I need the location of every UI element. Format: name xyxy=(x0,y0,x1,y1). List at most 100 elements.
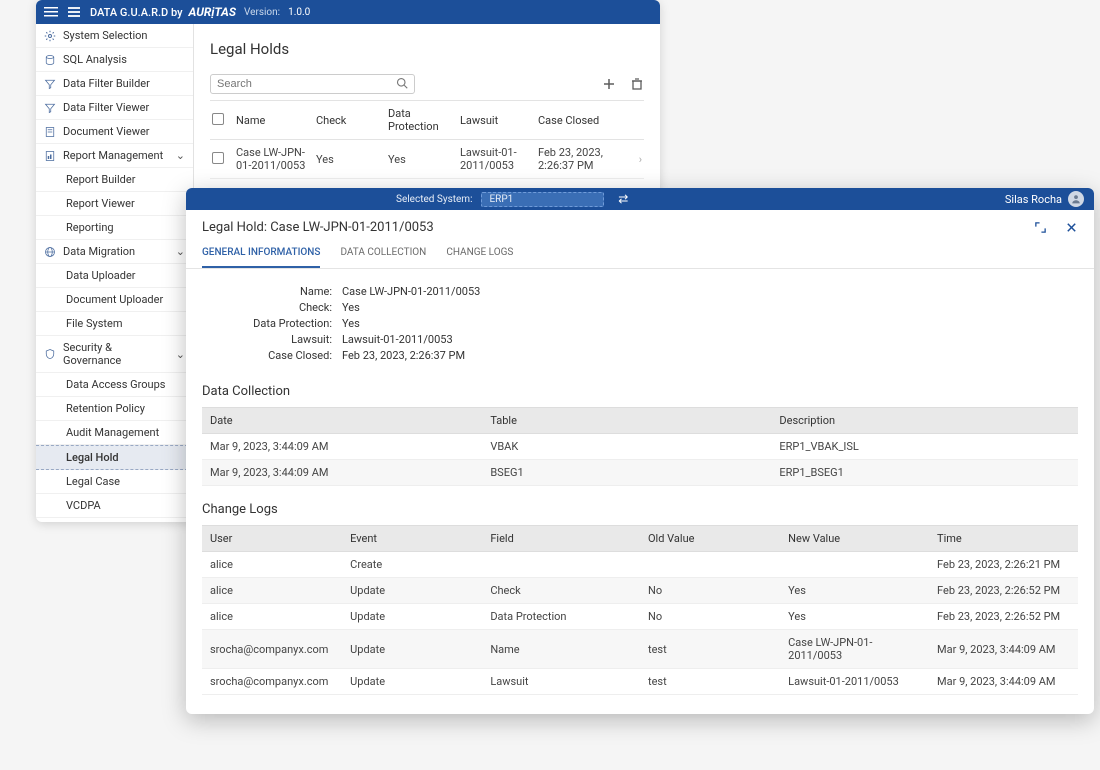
sidebar-item-data-migration[interactable]: Data Migration ⌄ xyxy=(36,240,193,264)
table-row[interactable]: aliceCreateFeb 23, 2023, 2:26:21 PM xyxy=(202,552,1078,578)
sidebar-item-reporting[interactable]: Reporting xyxy=(36,216,193,240)
col-header[interactable]: Time xyxy=(929,525,1078,552)
info-value: Yes xyxy=(342,301,1078,314)
sidebar-item-sql-analysis[interactable]: SQL Analysis xyxy=(36,48,193,72)
sidebar-item-settings[interactable]: Settings⌄ xyxy=(36,518,193,522)
col-name[interactable]: Name xyxy=(236,114,316,127)
sidebar-item-label: Data Migration xyxy=(63,245,135,258)
sidebar-item-document-uploader[interactable]: Document Uploader xyxy=(36,288,193,312)
sidebar-item-document-viewer[interactable]: Document Viewer xyxy=(36,120,193,144)
cell-check: Yes xyxy=(316,153,388,166)
info-value: Feb 23, 2023, 2:26:37 PM xyxy=(342,349,1078,362)
table-row[interactable]: aliceUpdateData ProtectionNoYesFeb 23, 2… xyxy=(202,604,1078,630)
info-label: Name: xyxy=(202,285,342,298)
filter-build-icon xyxy=(44,78,56,90)
sidebar-item-label: File System xyxy=(66,317,122,330)
table-row[interactable]: Mar 9, 2023, 3:44:09 AMVBAKERP1_VBAK_ISL xyxy=(202,434,1078,460)
table-cell: Update xyxy=(342,630,482,669)
tab-general[interactable]: GENERAL INFORMATIONS xyxy=(202,239,320,268)
sidebar-item-data-filter-builder[interactable]: Data Filter Builder xyxy=(36,72,193,96)
sidebar-item-data-filter-viewer[interactable]: Data Filter Viewer xyxy=(36,96,193,120)
table-row[interactable]: srocha@companyx.comUpdateNametestCase LW… xyxy=(202,630,1078,669)
col-header[interactable]: Table xyxy=(482,407,771,434)
menu-icon[interactable] xyxy=(44,5,58,19)
table-cell: alice xyxy=(202,552,342,578)
table-cell: ERP1_BSEG1 xyxy=(771,460,1078,486)
sidebar-item-legal-hold[interactable]: Legal Hold xyxy=(36,445,193,470)
sidebar-item-report-management[interactable]: Report Management⌄ xyxy=(36,144,193,168)
table-cell: Feb 23, 2023, 2:26:52 PM xyxy=(929,578,1078,604)
general-info-grid: Name:Case LW-JPN-01-2011/0053Check:YesDa… xyxy=(186,269,1094,380)
sidebar-item-retention-policy[interactable]: Retention Policy xyxy=(36,397,193,421)
close-icon[interactable] xyxy=(1065,221,1078,234)
col-header[interactable]: Description xyxy=(771,407,1078,434)
col-header[interactable]: New Value xyxy=(780,525,929,552)
col-lawsuit[interactable]: Lawsuit xyxy=(460,114,538,127)
sidebar-item-security-governance[interactable]: Security & Governance⌄ xyxy=(36,336,193,373)
search-input[interactable] xyxy=(217,78,396,90)
legal-holds-table: Name Check Data Protection Lawsuit Case … xyxy=(210,100,644,179)
table-row[interactable]: Case LW-JPN-01-2011/0053 Yes Yes Lawsuit… xyxy=(210,140,644,179)
tab-change-logs[interactable]: CHANGE LOGS xyxy=(446,239,513,268)
row-checkbox[interactable] xyxy=(212,152,224,164)
sidebar-item-report-builder[interactable]: Report Builder xyxy=(36,168,193,192)
user-avatar-icon[interactable] xyxy=(1068,191,1084,207)
table-row[interactable]: aliceUpdateCheckNoYesFeb 23, 2023, 2:26:… xyxy=(202,578,1078,604)
chevron-down-icon: ⌄ xyxy=(176,348,185,361)
chevron-down-icon: ⌄ xyxy=(176,245,185,258)
add-icon[interactable] xyxy=(602,77,616,91)
table-cell xyxy=(780,552,929,578)
delete-icon[interactable] xyxy=(630,77,644,91)
sidebar-item-data-access-groups[interactable]: Data Access Groups xyxy=(36,373,193,397)
sidebar-item-label: SQL Analysis xyxy=(63,53,127,66)
maximize-icon[interactable] xyxy=(1034,221,1047,234)
sidebar-item-report-viewer[interactable]: Report Viewer xyxy=(36,192,193,216)
system-select[interactable]: ERP1 xyxy=(481,192,605,207)
col-check[interactable]: Check xyxy=(316,114,388,127)
table-cell xyxy=(640,552,780,578)
sidebar-item-label: Retention Policy xyxy=(66,402,145,415)
sidebar-item-label: Report Builder xyxy=(66,173,135,186)
col-header[interactable]: Field xyxy=(482,525,640,552)
table-cell: No xyxy=(640,604,780,630)
search-box[interactable] xyxy=(210,74,415,94)
sidebar-item-vcdpa[interactable]: VCDPA xyxy=(36,494,193,518)
table-cell: Mar 9, 2023, 3:44:09 AM xyxy=(202,460,482,486)
table-cell: BSEG1 xyxy=(482,460,771,486)
sidebar-item-audit-management[interactable]: Audit Management xyxy=(36,421,193,445)
table-row[interactable]: Mar 9, 2023, 3:44:09 AMBSEG1ERP1_BSEG1 xyxy=(202,460,1078,486)
sidebar: System Selection SQL Analysis Data Filter … xyxy=(36,24,194,522)
tab-data-collection[interactable]: DATA COLLECTION xyxy=(340,239,426,268)
sidebar-item-file-system[interactable]: File System xyxy=(36,312,193,336)
table-cell: alice xyxy=(202,604,342,630)
table-cell: srocha@companyx.com xyxy=(202,630,342,669)
logo-icon xyxy=(66,4,82,20)
table-row[interactable]: srocha@companyx.comUpdateLawsuittestLaws… xyxy=(202,669,1078,695)
info-label: Case Closed: xyxy=(202,349,342,362)
sidebar-item-data-uploader[interactable]: Data Uploader xyxy=(36,264,193,288)
table-cell: test xyxy=(640,669,780,695)
app-header: DATA G.U.A.R.D by AURịTAS Version: 1.0.0 xyxy=(36,0,660,24)
version-label: Version: xyxy=(244,7,280,18)
chevron-right-icon[interactable]: › xyxy=(626,153,642,166)
sidebar-item-system-selection[interactable]: System Selection xyxy=(36,24,193,48)
table-header-row: Name Check Data Protection Lawsuit Case … xyxy=(210,101,644,140)
col-header[interactable]: Event xyxy=(342,525,482,552)
sidebar-item-label: Reporting xyxy=(66,221,114,234)
shuffle-icon[interactable]: ⇄ xyxy=(618,192,628,206)
user-name[interactable]: Silas Rocha xyxy=(1005,193,1062,206)
sidebar-item-legal-case[interactable]: Legal Case xyxy=(36,470,193,494)
info-label: Lawsuit: xyxy=(202,333,342,346)
table-cell: Feb 23, 2023, 2:26:52 PM xyxy=(929,604,1078,630)
col-closed[interactable]: Case Closed xyxy=(538,114,626,127)
col-dp[interactable]: Data Protection xyxy=(388,107,460,133)
table-cell: Check xyxy=(482,578,640,604)
tabs: GENERAL INFORMATIONS DATA COLLECTION CHA… xyxy=(186,239,1094,269)
col-header[interactable]: User xyxy=(202,525,342,552)
table-cell: Data Protection xyxy=(482,604,640,630)
col-header[interactable]: Date xyxy=(202,407,482,434)
col-header[interactable]: Old Value xyxy=(640,525,780,552)
search-icon[interactable] xyxy=(396,77,408,92)
select-all-checkbox[interactable] xyxy=(212,113,224,125)
sidebar-item-label: Report Management xyxy=(63,149,163,162)
